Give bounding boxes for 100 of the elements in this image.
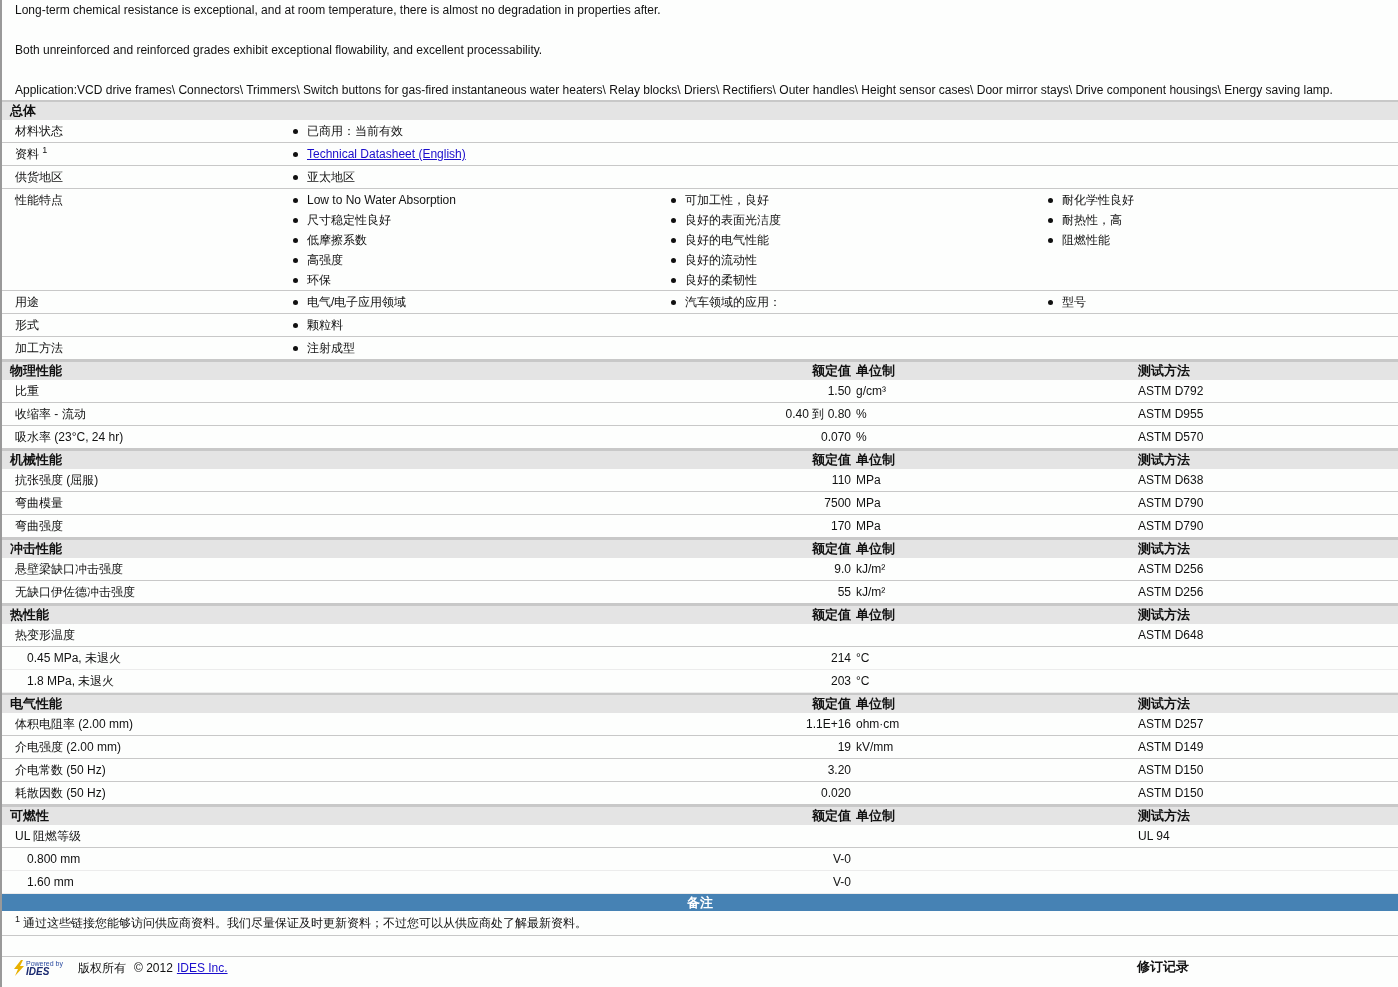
value-cell: 7500	[824, 496, 851, 510]
property-label: 耗散因数 (50 Hz)	[15, 785, 106, 800]
property-value: 电气/电子应用领域	[307, 293, 407, 311]
notes-title: 备注	[687, 893, 713, 912]
bullet-icon	[293, 257, 298, 263]
property-label: 悬壁梁缺口冲击强度	[15, 561, 123, 576]
column-header: 额定值	[811, 807, 851, 825]
property-value: 尺寸稳定性良好	[307, 211, 391, 229]
property-label: 用途	[14, 294, 40, 311]
bullet-icon	[671, 299, 676, 305]
value-cell: 110	[831, 473, 851, 487]
property-value: 已商用：当前有效	[307, 122, 403, 140]
property-value: 高强度	[307, 251, 343, 269]
property-label: 材料状态	[14, 123, 64, 140]
test-method-cell: ASTM D256	[1138, 562, 1204, 576]
description-paragraph: Application:VCD drive frames\ Connectors\ Trimmers\ Switch buttons for gas-fired instantaneous water heaters\ Relay blocks\ Driers\ Rectifiers\ Outer handles\ Height sensor cases\ Door mirror stays\ Drive component housings\ Energy saving lamp.	[14, 82, 1334, 99]
property-label: 性能特点	[14, 192, 64, 209]
unit-cell: ohm·cm	[856, 717, 900, 731]
value-cell: 3.20	[827, 763, 851, 777]
column-header: 单位制	[855, 606, 896, 624]
value-cell: 55	[837, 585, 851, 599]
property-label: 形式	[14, 317, 40, 334]
copyright-label: 版权所有	[78, 961, 126, 975]
column-header: 额定值	[811, 362, 851, 380]
bullet-icon	[671, 237, 676, 243]
property-label: 抗张强度 (屈服)	[15, 472, 99, 487]
bullet-icon	[1048, 197, 1053, 203]
property-label: 介电常数 (50 Hz)	[15, 762, 106, 777]
lightning-icon	[12, 960, 26, 976]
bullet-icon	[671, 277, 676, 283]
property-label: 1.60 mm	[27, 875, 74, 889]
value-cell: 9.0	[834, 562, 851, 576]
bullet-icon	[1048, 237, 1053, 243]
unit-cell: MPa	[856, 519, 881, 533]
property-label: 0.45 MPa, 未退火	[27, 650, 122, 665]
property-value: 良好的表面光洁度	[685, 211, 781, 229]
value-cell: 1.1E+16	[805, 717, 851, 731]
property-label: 资料 $^{1}$	[14, 144, 49, 163]
test-method-cell: ASTM D150	[1138, 763, 1204, 777]
property-value: 良好的流动性	[685, 251, 757, 269]
column-header: 额定值	[811, 695, 851, 713]
bullet-icon	[293, 128, 298, 134]
bullet-icon	[293, 151, 298, 157]
value-cell: 170	[830, 519, 851, 533]
test-method-cell: ASTM D256	[1138, 585, 1204, 599]
unit-cell: kJ/m²	[856, 562, 886, 576]
column-header: 测试方法	[1137, 540, 1191, 558]
property-value: 良好的电气性能	[685, 231, 769, 249]
property-value: 环保	[307, 271, 331, 289]
test-method-cell: ASTM D790	[1138, 496, 1204, 510]
test-method-cell: ASTM D257	[1138, 717, 1204, 731]
column-header: 单位制	[855, 540, 896, 558]
copyright-year: © 2012	[134, 961, 173, 975]
property-label: 供货地区	[14, 169, 64, 186]
property-value: 注射成型	[307, 339, 355, 357]
test-method-cell: ASTM D570	[1138, 430, 1204, 444]
property-label: 无缺口伊佐德冲击强度	[15, 584, 135, 599]
value-cell: V-0	[833, 852, 851, 866]
section-title: 冲击性能	[9, 540, 63, 558]
column-header: 测试方法	[1137, 451, 1191, 469]
unit-cell: %	[856, 430, 867, 444]
property-value: 耐化学性良好	[1062, 191, 1134, 209]
property-label: 介电强度 (2.00 mm)	[15, 739, 121, 754]
column-header: 测试方法	[1137, 362, 1191, 380]
property-label: 弯曲强度	[15, 518, 63, 533]
column-header: 额定值	[811, 606, 851, 624]
section-title: 电气性能	[9, 695, 63, 713]
test-method-cell: ASTM D149	[1138, 740, 1204, 754]
bullet-icon	[293, 217, 298, 223]
value-cell: 0.070	[820, 430, 851, 444]
column-header: 测试方法	[1137, 807, 1191, 825]
value-cell: 214	[830, 651, 851, 665]
property-value: 耐热性，高	[1062, 211, 1122, 229]
unit-cell: kJ/m²	[856, 585, 886, 599]
property-value: 良好的柔韧性	[685, 271, 757, 289]
property-label: UL 阻燃等级	[15, 828, 82, 843]
bullet-icon	[293, 299, 298, 305]
datasheet-link[interactable]: Technical Datasheet (English)	[307, 147, 466, 161]
section-title: 总体	[8, 102, 36, 120]
column-header: 单位制	[855, 695, 896, 713]
unit-cell: MPa	[856, 496, 881, 510]
property-label: 弯曲模量	[15, 495, 63, 510]
revision-title: 修订记录	[1137, 960, 1189, 974]
test-method-cell: ASTM D790	[1138, 519, 1204, 533]
description-paragraph: Both unreinforced and reinforced grades exhibit exceptional flowability, and excellent processability.	[14, 42, 544, 59]
unit-cell: MPa	[856, 473, 881, 487]
value-cell: V-0	[833, 875, 851, 889]
property-label: 比重	[15, 383, 39, 398]
bullet-icon	[671, 257, 676, 263]
property-value: 颗粒料	[307, 316, 343, 334]
value-cell: 203	[830, 674, 851, 688]
column-header: 单位制	[855, 451, 896, 469]
company-link[interactable]: IDES Inc.	[176, 961, 228, 975]
unit-cell: %	[856, 407, 867, 421]
test-method-cell: ASTM D792	[1138, 384, 1204, 398]
property-value: 阻燃性能	[1062, 231, 1110, 249]
property-value: 型号	[1062, 293, 1086, 311]
column-header: 测试方法	[1137, 695, 1191, 713]
section-title: 热性能	[9, 606, 50, 624]
bullet-icon	[1048, 299, 1053, 305]
